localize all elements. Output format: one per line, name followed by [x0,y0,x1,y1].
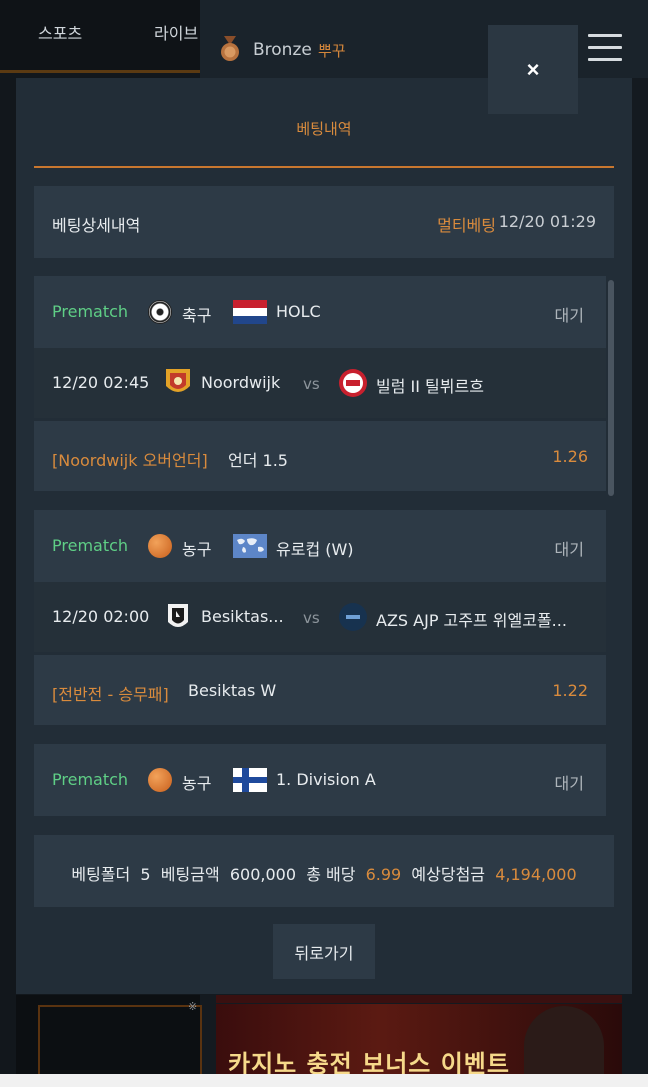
bet-choice: 언더 1.5 [228,451,288,470]
amount-label: 베팅금액 [160,865,220,884]
note-mark: ※ [188,1000,198,1013]
folder-count: 5 [140,865,151,884]
basketball-icon [148,768,172,792]
detail-label: 베팅상세내역 [52,216,141,235]
home-team-logo-icon [168,604,188,627]
bet-choice: Besiktas W [188,681,277,700]
league-name: 유로컵 (W) [276,540,354,559]
bet-category: Prematch [52,302,129,321]
back-button[interactable]: 뒤로가기 [273,924,375,979]
home-team: Noordwijk [201,373,281,392]
league-name: HOLC [276,302,321,321]
bet-category: Prematch [52,536,129,555]
bet-market: [Noordwijk 오버언더] [52,451,208,470]
away-team: 빌럼 II 틸뷔르흐 [376,377,484,396]
bet-odds: 1.26 [552,447,588,466]
title-divider [34,166,614,168]
match-time: 12/20 02:45 [52,373,150,392]
close-button[interactable]: × [488,25,578,114]
vs-label: vs [303,609,320,627]
vs-label: vs [303,375,320,393]
bronze-medal-icon [221,36,239,61]
modal-title: 베팅내역 [296,120,352,138]
member-level: Bronze [253,40,312,60]
match-time: 12/20 02:00 [52,607,150,626]
folder-label: 베팅폴더 [71,865,131,884]
bet-league-row: Prematch 농구 유로컵 (W) 대기 [34,510,606,582]
dealer-image [524,1006,604,1082]
home-team: Besiktas... [201,607,284,626]
bet-time: 12/20 01:29 [498,212,596,231]
sport-name: 농구 [182,540,212,559]
sport-name: 농구 [182,774,212,793]
bet-pick-row: [Noordwijk 오버언더] 언더 1.5 1.26 [34,421,606,491]
world-flag-icon [233,534,267,558]
bet-category: Prematch [52,770,129,789]
bet-league-row: Prematch 축구 HOLC 대기 [34,276,606,348]
finland-flag-icon [233,768,267,792]
summary-line: 베팅폴더 5 베팅금액 600,000 총 배당 6.99 예상당첨금 4,19… [34,861,614,885]
bet-match-row: 12/20 02:45 Noordwijk vs 빌럼 II 틸뷔르흐 [34,348,606,418]
odds-label: 총 배당 [306,865,356,884]
bet-league-row: Prematch 농구 1. Division A 대기 [34,744,606,816]
bet-summary: 베팅폴더 5 베팅금액 600,000 총 배당 6.99 예상당첨금 4,19… [34,835,614,907]
away-team: AZS AJP 고주프 위엘코폴... [376,611,567,630]
bet-status: 대기 [554,540,584,559]
home-team-logo-icon [166,369,190,392]
bet-match-row: 12/20 02:00 Besiktas... vs AZS AJP 고주프 위… [34,582,606,652]
away-team-logo-icon [339,369,367,397]
league-name: 1. Division A [276,770,376,789]
member-username: 뿌꾸 [318,42,346,60]
bet-detail-header: 베팅상세내역 멀티베팅 12/20 01:29 [34,186,614,258]
bet-status: 대기 [554,306,584,325]
bet-pick-row: [전반전 - 승무패] Besiktas W 1.22 [34,655,606,725]
soccer-ball-icon [148,300,172,324]
expected-payout: 4,194,000 [495,865,577,884]
bet-type: 멀티베팅 [437,216,496,235]
away-team-logo-icon [339,603,367,631]
casino-bonus-banner[interactable]: 카지노 충전 보너스 이벤트 [216,1004,622,1082]
bet-market: [전반전 - 승무패] [52,685,169,704]
netherlands-flag-icon [233,300,267,324]
sport-name: 축구 [182,306,212,325]
sport-nav-tabs: 스포츠 라이브 [0,0,200,73]
member-bar [200,0,648,78]
bet-amount: 600,000 [229,865,297,884]
tab-sports[interactable]: 스포츠 [38,20,82,44]
total-odds: 6.99 [365,865,402,884]
scrollbar[interactable] [608,280,614,496]
tab-live[interactable]: 라이브 [154,20,198,44]
bet-status: 대기 [554,774,584,793]
payout-label: 예상당첨금 [411,865,486,884]
basketball-icon [148,534,172,558]
bet-odds: 1.22 [552,681,588,700]
menu-icon[interactable] [588,34,622,62]
